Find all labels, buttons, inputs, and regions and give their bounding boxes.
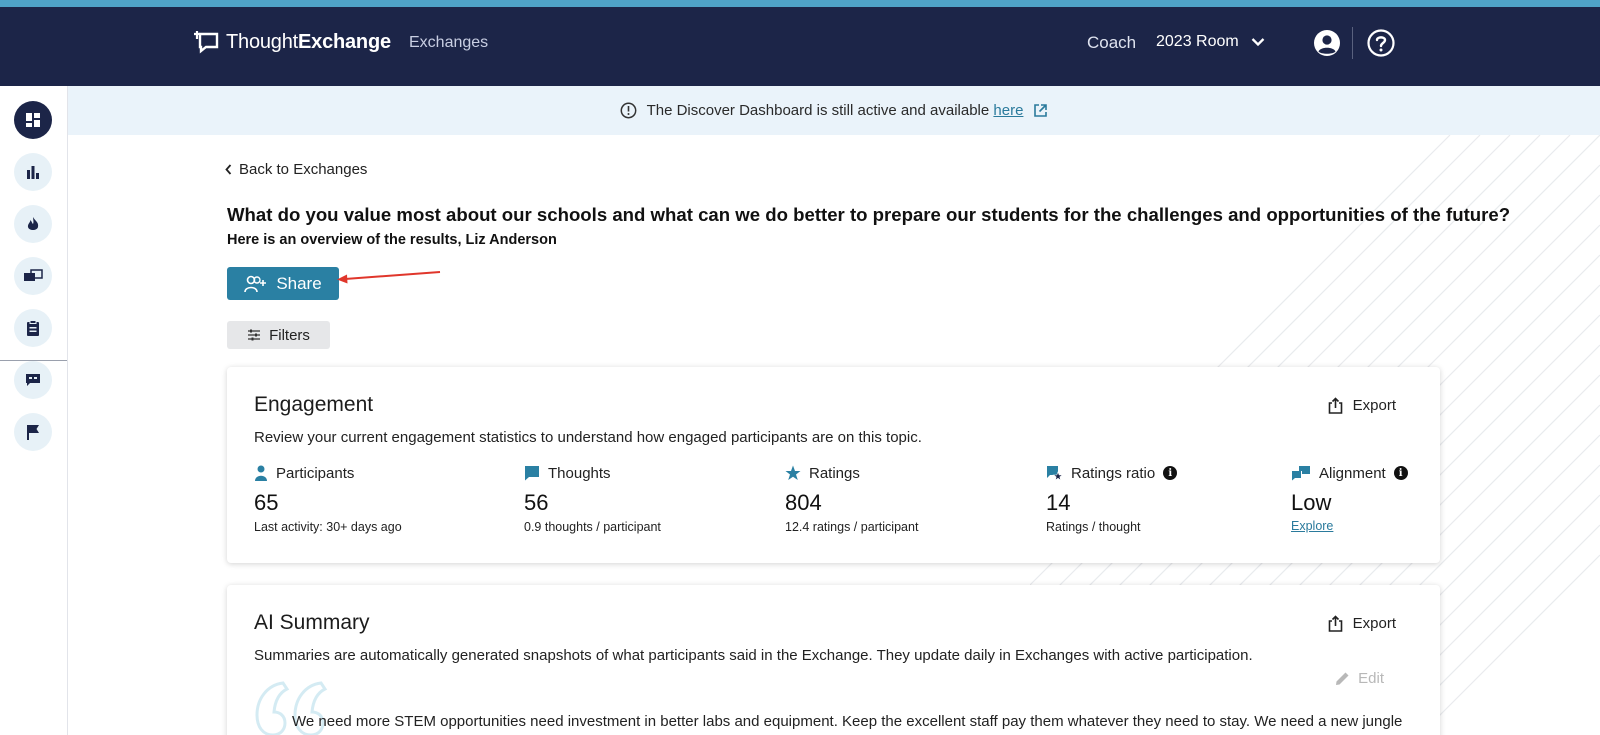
sidebar-results-button[interactable] xyxy=(14,153,52,191)
edit-summary-button[interactable]: Edit xyxy=(1335,670,1384,687)
sliders-icon xyxy=(248,329,261,341)
chevron-down-icon xyxy=(1251,38,1265,47)
annotation-arrow xyxy=(337,271,441,284)
speech-bubble-icon xyxy=(525,466,539,481)
banner-text: The Discover Dashboard is still active a… xyxy=(646,102,1024,119)
stat-note: Ratings / thought xyxy=(1046,520,1141,534)
stat-label: Alignment xyxy=(1319,464,1386,482)
stat-value: 56 xyxy=(524,490,549,515)
room-label: 2023 Room xyxy=(1156,33,1239,50)
flame-icon xyxy=(27,217,39,230)
stat-value: 804 xyxy=(785,490,822,515)
stat-label: Ratings ratio xyxy=(1071,464,1156,482)
stat-label: Ratings xyxy=(809,464,860,482)
thought-cards-icon xyxy=(24,269,43,281)
back-link-label: Back to Exchanges xyxy=(239,161,368,178)
left-sidebar xyxy=(0,86,68,735)
sidebar-flag-button[interactable] xyxy=(14,413,52,451)
star-icon xyxy=(785,465,801,480)
thoughtexchange-logo[interactable]: ThoughtExchange xyxy=(194,30,391,54)
help-icon[interactable] xyxy=(1366,28,1396,58)
stat-note: 0.9 thoughts / participant xyxy=(524,520,661,534)
info-icon[interactable]: i xyxy=(1163,466,1178,480)
message-icon xyxy=(26,374,40,386)
add-user-icon xyxy=(244,275,267,292)
coach-link[interactable]: Coach xyxy=(1087,33,1136,53)
stat-alignment: Alignment i Low Explore xyxy=(1291,463,1408,533)
engagement-card: Engagement Export Review your current en… xyxy=(227,367,1440,563)
top-accent-stripe xyxy=(0,0,1600,7)
sidebar-dashboard-button[interactable] xyxy=(14,101,52,139)
info-icon[interactable]: i xyxy=(1393,466,1408,480)
stat-thoughts: Thoughts 56 0.9 thoughts / participant xyxy=(524,463,661,535)
back-to-exchanges-link[interactable]: Back to Exchanges xyxy=(225,161,367,178)
sidebar-trending-button[interactable] xyxy=(14,205,52,243)
ai-summary-title: AI Summary xyxy=(254,611,370,634)
stat-label: Thoughts xyxy=(548,464,611,482)
ai-summary-description: Summaries are automatically generated sn… xyxy=(254,647,1253,664)
sidebar-feedback-button[interactable] xyxy=(14,361,52,399)
flag-icon xyxy=(27,425,39,440)
share-label: Share xyxy=(276,273,322,293)
stat-participants: Participants 65 Last activity: 30+ days … xyxy=(254,463,402,535)
ai-summary-card: AI Summary Export Summaries are automati… xyxy=(227,585,1440,735)
chevron-left-icon xyxy=(225,164,232,175)
logo-icon xyxy=(194,31,219,54)
filters-button[interactable]: Filters xyxy=(227,321,330,349)
person-icon xyxy=(255,465,267,481)
bar-chart-icon xyxy=(27,166,39,179)
nav-exchanges-link[interactable]: Exchanges xyxy=(409,34,488,52)
engagement-title: Engagement xyxy=(254,393,374,416)
stat-note: 12.4 ratings / participant xyxy=(785,520,919,534)
discover-dashboard-banner: The Discover Dashboard is still active a… xyxy=(68,86,1600,135)
navbar-divider xyxy=(1352,27,1353,59)
ratings-ratio-icon xyxy=(1047,466,1063,481)
explore-link[interactable]: Explore xyxy=(1291,519,1408,533)
account-icon[interactable] xyxy=(1312,28,1342,58)
share-button[interactable]: Share xyxy=(227,267,339,300)
logo-text: ThoughtExchange xyxy=(226,30,391,53)
export-label: Export xyxy=(1352,397,1396,414)
ai-summary-text: We need more STEM opportunities need inv… xyxy=(292,713,1403,730)
export-label: Export xyxy=(1352,615,1396,632)
pencil-icon xyxy=(1336,672,1349,685)
stat-ratings: Ratings 804 12.4 ratings / participant xyxy=(785,463,919,535)
stat-value: 65 xyxy=(254,490,279,515)
info-circle-icon xyxy=(620,102,637,119)
clipboard-icon xyxy=(27,320,39,336)
filters-label: Filters xyxy=(269,326,310,344)
banner-here-link[interactable]: here xyxy=(993,102,1023,119)
results-overview-subtitle: Here is an overview of the results, Liz … xyxy=(227,232,557,248)
sidebar-thoughts-button[interactable] xyxy=(14,257,52,295)
external-link-icon[interactable] xyxy=(1033,103,1048,118)
stat-label: Participants xyxy=(276,464,355,482)
dashboard-icon xyxy=(26,113,40,127)
alignment-icon xyxy=(1292,466,1310,481)
room-selector[interactable]: 2023 Room xyxy=(1156,33,1265,51)
edit-label: Edit xyxy=(1358,670,1384,687)
sidebar-report-button[interactable] xyxy=(14,309,52,347)
stat-value: 14 xyxy=(1046,490,1071,515)
stat-note: Last activity: 30+ days ago xyxy=(254,520,402,534)
ai-summary-export-button[interactable]: Export xyxy=(1328,615,1396,632)
engagement-description: Review your current engagement statistic… xyxy=(254,429,922,446)
engagement-export-button[interactable]: Export xyxy=(1328,397,1396,414)
export-icon xyxy=(1328,615,1342,632)
stat-ratings-ratio: Ratings ratio i 14 Ratings / thought xyxy=(1046,463,1178,534)
exchange-question: What do you value most about our schools… xyxy=(227,204,1511,225)
export-icon xyxy=(1328,397,1342,414)
stat-value: Low xyxy=(1291,490,1332,515)
top-navbar: ThoughtExchange Exchanges Coach 2023 Roo… xyxy=(0,7,1600,86)
